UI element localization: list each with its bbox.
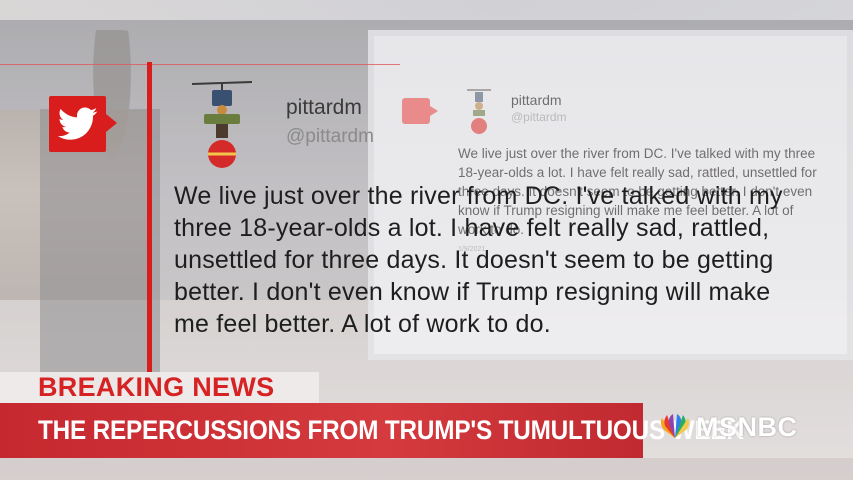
tweet-body: We live just over the river from DC. I'v… (174, 182, 783, 338)
headline-text: THE REPERCUSSIONS FROM TRUMP'S TUMULTUOU… (38, 415, 744, 445)
twitter-badge (49, 96, 106, 152)
breaking-news-label: BREAKING NEWS (38, 372, 275, 402)
twitter-bird-icon (57, 107, 97, 140)
peacock-icon (660, 414, 690, 438)
twitter-badge-pointer (106, 114, 117, 132)
tweet-handle-at: @pittardm (286, 126, 374, 147)
tweet-handle-name: pittardm (286, 96, 362, 119)
red-frame-line (0, 64, 400, 65)
red-vertical-bar (147, 62, 152, 372)
network-logo-text: MSNBC (696, 411, 798, 442)
network-logo: MSNBC (656, 412, 798, 442)
avatar-robot-icon (191, 81, 253, 168)
lower-strip (0, 458, 853, 480)
